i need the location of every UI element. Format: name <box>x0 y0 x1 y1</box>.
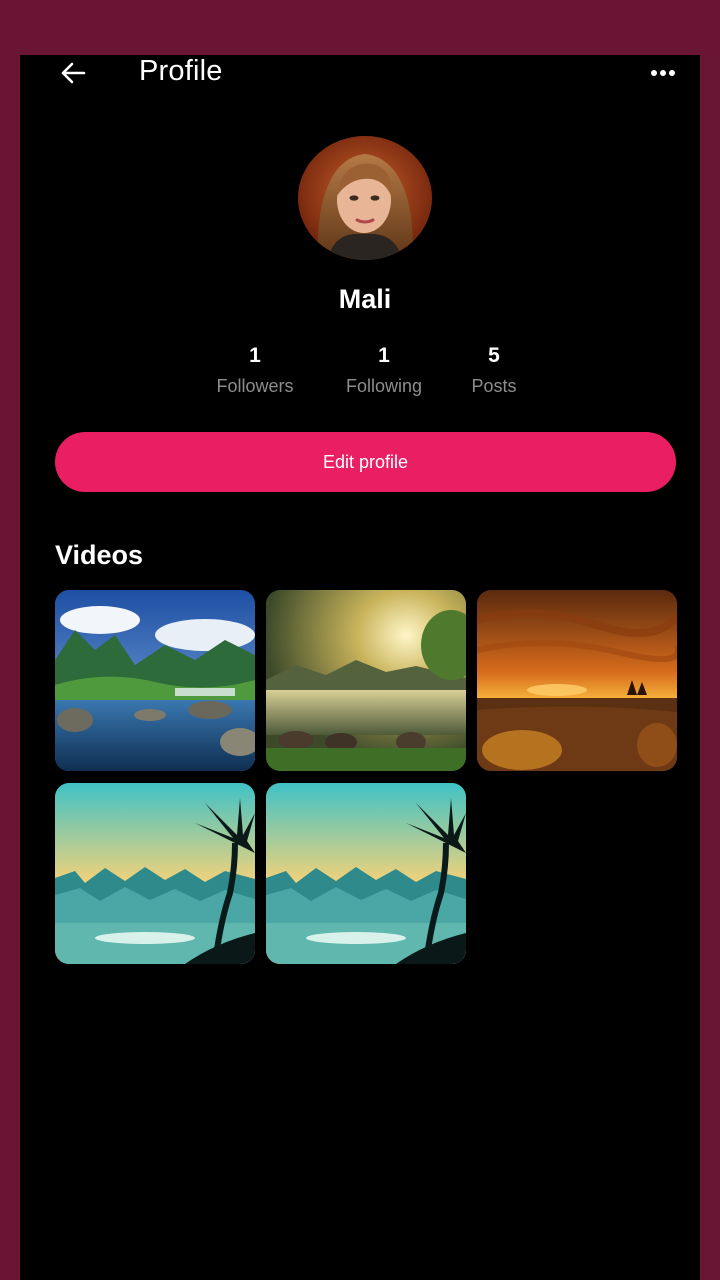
edit-profile-button[interactable]: Edit profile <box>55 432 676 492</box>
more-horizontal-icon <box>651 70 675 76</box>
following-count: 1 <box>378 344 390 367</box>
posts-stat[interactable]: 5 Posts <box>439 343 549 398</box>
video-thumbnail-3[interactable] <box>477 590 677 771</box>
posts-count: 5 <box>488 344 500 367</box>
page-title: Profile <box>139 55 223 87</box>
followers-count: 1 <box>249 344 261 367</box>
avatar[interactable] <box>298 136 432 260</box>
video-thumbnail-4[interactable] <box>55 783 255 964</box>
following-label: Following <box>345 376 423 396</box>
videos-heading: Videos <box>55 540 144 570</box>
app-screen: Profile Mali 1 Followers 1 Following 5 P… <box>20 55 700 1280</box>
top-bar: Profile <box>20 55 700 91</box>
video-thumbnail-2[interactable] <box>266 590 466 771</box>
followers-label: Followers <box>216 376 294 396</box>
followers-stat[interactable]: 1 Followers <box>200 343 310 398</box>
arrow-left-icon <box>61 62 86 84</box>
video-thumbnail-5[interactable] <box>266 783 466 964</box>
back-button[interactable] <box>58 59 88 87</box>
profile-name: Mali <box>338 284 392 314</box>
following-stat[interactable]: 1 Following <box>329 343 439 398</box>
posts-label: Posts <box>471 376 517 396</box>
video-thumbnail-1[interactable] <box>55 590 255 771</box>
more-options-button[interactable] <box>648 63 678 83</box>
